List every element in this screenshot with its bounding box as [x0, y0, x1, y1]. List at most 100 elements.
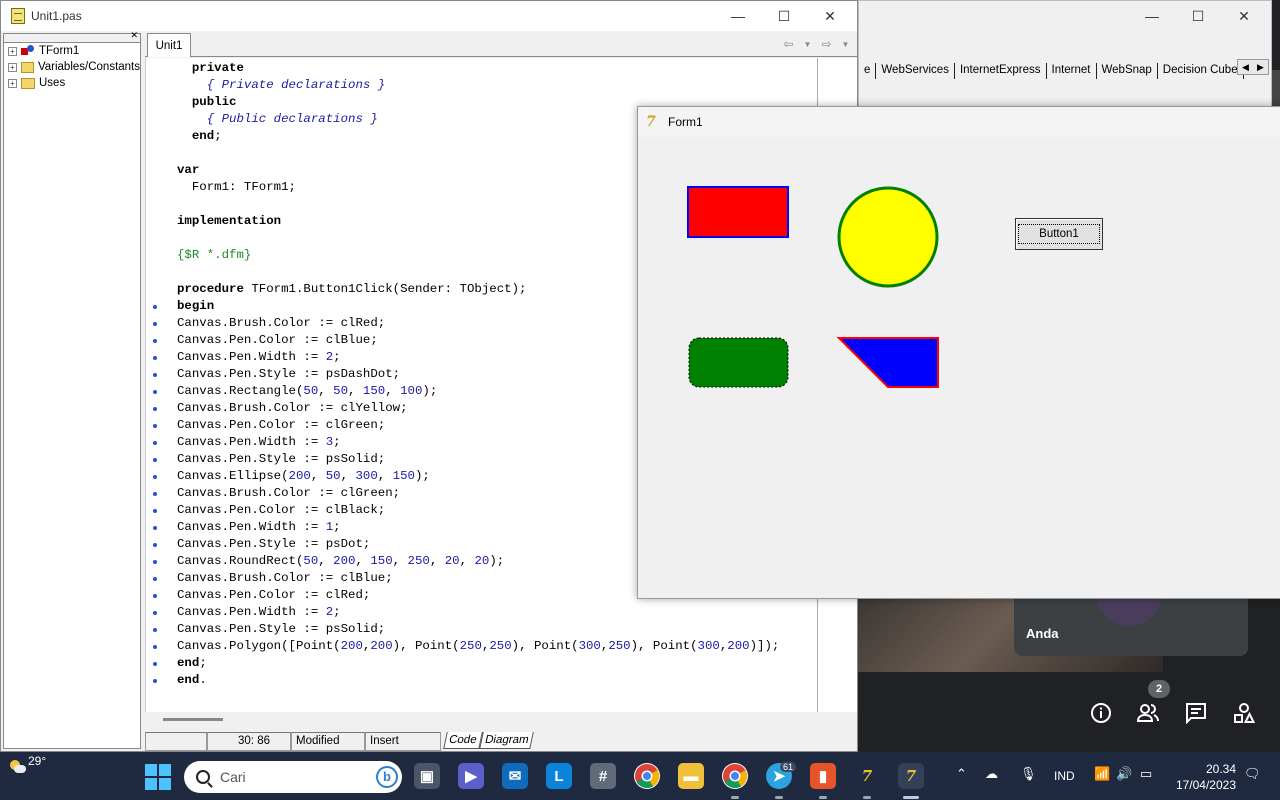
scroll-left-icon[interactable]: ◀ [1238, 60, 1253, 74]
code-line[interactable]: Canvas.Pen.Width := 1; [177, 519, 341, 536]
code-line[interactable]: {$R *.dfm} [177, 247, 251, 264]
teams-icon[interactable]: ▶ [458, 763, 484, 789]
expand-icon[interactable]: + [8, 62, 17, 72]
expand-icon[interactable]: + [8, 78, 17, 88]
button1[interactable]: Button1 [1015, 218, 1103, 250]
palette-tab[interactable]: InternetExpress [955, 63, 1047, 79]
breakpoint-dot[interactable] [153, 526, 157, 530]
breakpoint-dot[interactable] [153, 577, 157, 581]
breakpoint-dot[interactable] [153, 679, 157, 683]
code-line[interactable]: Canvas.RoundRect(50, 200, 150, 250, 20, … [177, 553, 504, 570]
code-line[interactable]: Canvas.Brush.Color := clRed; [177, 315, 385, 332]
code-line[interactable]: end. [177, 672, 207, 689]
battery-icon[interactable]: ▭ [1140, 766, 1152, 782]
code-line[interactable]: procedure TForm1.Button1Click(Sender: TO… [177, 281, 526, 298]
weather-widget[interactable]: 29° [8, 754, 46, 776]
code-line[interactable]: var [177, 162, 199, 179]
code-line[interactable]: end; [177, 128, 222, 145]
code-line[interactable]: Canvas.Pen.Color := clGreen; [177, 417, 385, 434]
breakpoint-dot[interactable] [153, 373, 157, 377]
close-icon[interactable]: ✕ [807, 1, 853, 31]
mail-icon[interactable]: ✉ [502, 763, 528, 789]
app-red-icon[interactable]: ▮ [810, 763, 836, 789]
scroll-right-icon[interactable]: ▶ [1253, 60, 1268, 74]
breakpoint-dot[interactable] [153, 458, 157, 462]
code-line[interactable]: Canvas.Brush.Color := clYellow; [177, 400, 408, 417]
tab-code[interactable]: Code [443, 732, 483, 749]
code-line[interactable]: Canvas.Pen.Color := clBlue; [177, 332, 378, 349]
code-line[interactable]: { Public declarations } [177, 111, 378, 128]
close-icon[interactable]: ✕ [130, 31, 138, 40]
code-line[interactable]: end; [177, 655, 207, 672]
chrome-profile-icon[interactable] [722, 763, 748, 789]
back-icon[interactable]: ⇦ [779, 35, 798, 53]
people-icon[interactable] [1135, 700, 1161, 726]
breakpoint-dot[interactable] [153, 390, 157, 394]
file-explorer-icon[interactable]: ▬ [678, 763, 704, 789]
chevron-down-icon[interactable]: ▼ [836, 35, 855, 53]
language-indicator[interactable]: IND [1054, 769, 1075, 783]
breakpoint-dot[interactable] [153, 407, 157, 411]
breakpoint-dot[interactable] [153, 322, 157, 326]
code-line[interactable]: Canvas.Pen.Width := 2; [177, 604, 341, 621]
start-button[interactable] [145, 764, 171, 790]
breakpoint-dot[interactable] [153, 509, 157, 513]
code-line[interactable]: implementation [177, 213, 281, 230]
code-line[interactable]: Canvas.Ellipse(200, 50, 300, 150); [177, 468, 430, 485]
code-line[interactable]: Canvas.Polygon([Point(200,200), Point(25… [177, 638, 779, 655]
notification-icon[interactable]: 🗨 [1244, 766, 1261, 782]
breakpoint-dot[interactable] [153, 305, 157, 309]
tree-item-variables[interactable]: + Variables/Constants [4, 59, 140, 75]
palette-tab[interactable]: WebSnap [1097, 63, 1158, 79]
wifi-icon[interactable]: 📶 [1094, 766, 1110, 782]
info-icon[interactable] [1088, 700, 1114, 726]
minimize-icon[interactable]: — [715, 1, 761, 31]
scrollbar-thumb[interactable] [163, 718, 223, 721]
expand-icon[interactable]: + [8, 46, 17, 56]
code-line[interactable]: Canvas.Pen.Color := clBlack; [177, 502, 385, 519]
code-line[interactable]: { Private declarations } [177, 77, 385, 94]
code-line[interactable]: public [177, 94, 237, 111]
tree-item-uses[interactable]: + Uses [4, 75, 140, 91]
code-line[interactable]: Canvas.Pen.Width := 2; [177, 349, 341, 366]
chrome-icon[interactable] [634, 763, 660, 789]
forward-icon[interactable]: ⇨ [817, 35, 836, 53]
code-line[interactable]: Canvas.Pen.Color := clRed; [177, 587, 370, 604]
delphi-running-icon[interactable]: 7 [898, 763, 924, 789]
tree-item-tform1[interactable]: + TForm1 [4, 43, 140, 59]
code-line[interactable]: private [177, 60, 244, 77]
maximize-icon[interactable]: ☐ [761, 1, 807, 31]
breakpoint-dot[interactable] [153, 339, 157, 343]
delphi-icon[interactable]: 7 [854, 763, 880, 789]
breakpoint-dot[interactable] [153, 441, 157, 445]
breakpoint-dot[interactable] [153, 492, 157, 496]
breakpoint-dot[interactable] [153, 356, 157, 360]
calculator-icon[interactable]: # [590, 763, 616, 789]
code-line[interactable]: begin [177, 298, 214, 315]
chevron-up-icon[interactable]: ⌃ [956, 766, 967, 782]
breakpoint-dot[interactable] [153, 662, 157, 666]
tab-diagram[interactable]: Diagram [478, 732, 534, 749]
maximize-icon[interactable]: ☐ [1175, 1, 1221, 31]
breakpoint-dot[interactable] [153, 645, 157, 649]
microphone-icon[interactable]: 🎙 [1020, 766, 1037, 782]
code-line[interactable]: Canvas.Brush.Color := clBlue; [177, 570, 393, 587]
palette-tab[interactable]: WebServices [876, 63, 955, 79]
minimize-icon[interactable]: — [1129, 1, 1175, 31]
breakpoint-dot[interactable] [153, 424, 157, 428]
code-line[interactable]: Canvas.Pen.Style := psDashDot; [177, 366, 400, 383]
l-app-icon[interactable]: L [546, 763, 572, 789]
palette-tab[interactable]: Internet [1047, 63, 1097, 79]
code-line[interactable]: Canvas.Pen.Style := psSolid; [177, 621, 385, 638]
breakpoint-dot[interactable] [153, 628, 157, 632]
cloud-icon[interactable]: ☁ [985, 766, 998, 782]
chat-icon[interactable] [1183, 700, 1209, 726]
close-icon[interactable]: ✕ [1221, 1, 1267, 31]
breakpoint-dot[interactable] [153, 594, 157, 598]
palette-tab[interactable]: Decision Cube [1158, 63, 1244, 79]
chevron-down-icon[interactable]: ▼ [798, 35, 817, 53]
tab-unit1[interactable]: Unit1 [147, 33, 191, 57]
task-view-icon[interactable]: ▣ [414, 763, 440, 789]
clock[interactable]: 20.34 17/04/2023 [1176, 761, 1236, 793]
breakpoint-dot[interactable] [153, 543, 157, 547]
